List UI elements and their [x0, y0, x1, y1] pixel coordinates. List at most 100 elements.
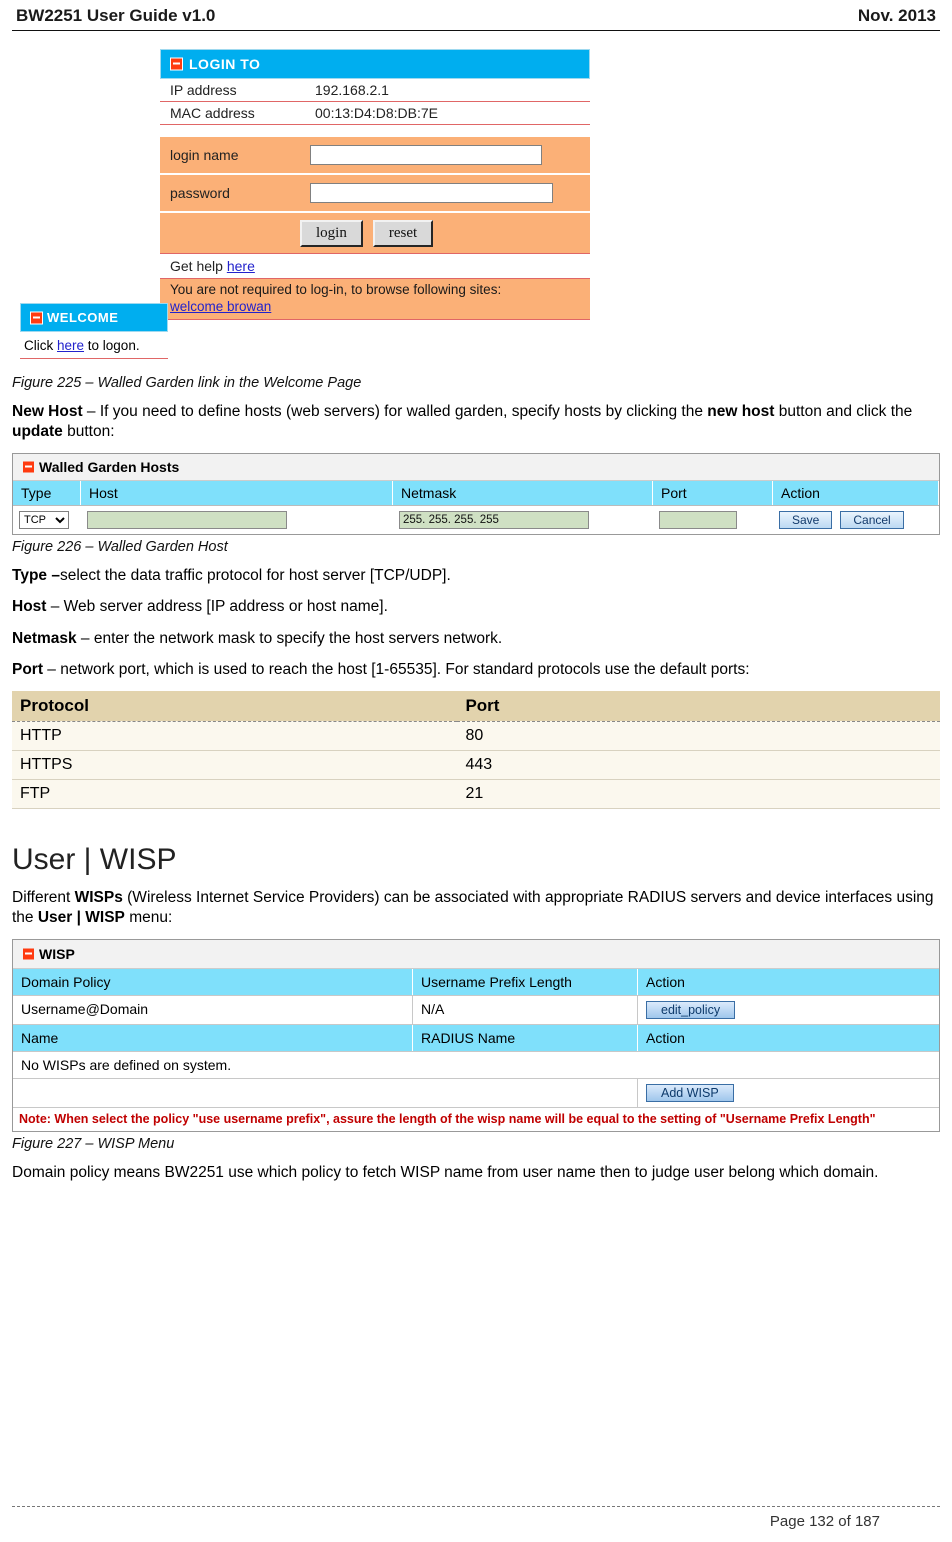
action-cell: Save Cancel	[773, 506, 939, 534]
walled-garden-hosts-title-text: Walled Garden Hosts	[39, 459, 180, 476]
protocol-port-table: Protocol Port HTTP 80 HTTPS 443 FTP 21	[12, 690, 940, 809]
column-header-username-prefix-length: Username Prefix Length	[413, 969, 638, 996]
new-host-text-3: button:	[62, 423, 115, 441]
edit-policy-button[interactable]: edit_policy	[646, 1001, 736, 1020]
login-name-input[interactable]	[310, 145, 542, 165]
paragraph-type: Type –select the data traffic protocol f…	[12, 566, 940, 586]
figure-226-caption: Figure 226 – Walled Garden Host	[12, 539, 228, 556]
type-select[interactable]: TCP UDP	[19, 511, 69, 530]
logon-here-link[interactable]: here	[57, 338, 84, 353]
password-input[interactable]	[310, 183, 553, 203]
header-port: Port	[457, 690, 940, 721]
section-heading-user-wisp: User | WISP	[12, 842, 177, 876]
host-cell	[81, 506, 393, 534]
page-header: BW2251 User Guide v1.0 Nov. 2013	[12, 0, 940, 28]
wisp-intro-bold-1: WISPs	[74, 888, 123, 906]
header-divider	[12, 30, 940, 31]
cancel-button[interactable]: Cancel	[840, 511, 904, 530]
welcome-panel-title: WELCOME	[20, 303, 168, 332]
cell-port-http: 80	[457, 721, 940, 751]
walled-garden-hosts-entry-row: TCP UDP Save Cancel	[13, 506, 939, 535]
column-header-port: Port	[653, 481, 773, 506]
help-text: Get help	[170, 258, 227, 274]
walled-garden-hosts-panel: Walled Garden Hosts Type Host Netmask Po…	[12, 453, 940, 536]
notice-line: You are not required to log-in, to brows…	[170, 282, 502, 297]
column-header-domain-policy: Domain Policy	[13, 969, 413, 996]
mac-address-label: MAC address	[170, 105, 255, 121]
mac-address-value: 00:13:D4:D8:DB:7E	[315, 105, 438, 121]
save-button[interactable]: Save	[779, 511, 833, 530]
mac-address-row: MAC address 00:13:D4:D8:DB:7E	[160, 102, 590, 125]
header-left-title: BW2251 User Guide v1.0	[16, 6, 216, 25]
table-row: HTTP 80	[12, 721, 940, 751]
figure-227-caption: Figure 227 – WISP Menu	[12, 1136, 175, 1153]
figure-225-caption: Figure 225 – Walled Garden link in the W…	[12, 375, 362, 391]
port-input[interactable]	[659, 511, 737, 530]
page-footer: Page 132 of 187	[12, 1506, 940, 1530]
wisp-header-row-1: Domain Policy Username Prefix Length Act…	[13, 969, 939, 997]
cell-domain-policy-value: Username@Domain	[13, 996, 413, 1025]
new-host-text-1: – If you need to define hosts (web serve…	[82, 403, 708, 420]
column-header-name: Name	[13, 1025, 413, 1052]
figure-225-screenshot: LOGIN TO IP address 192.168.2.1 MAC addr…	[12, 41, 940, 371]
login-button[interactable]: login	[300, 219, 363, 247]
login-panel-title-text: LOGIN TO	[189, 56, 261, 72]
host-bold: Host	[12, 598, 47, 616]
add-wisp-button[interactable]: Add WISP	[646, 1084, 734, 1103]
help-here-link[interactable]: here	[227, 258, 255, 274]
wisp-add-row: Add WISP	[13, 1079, 939, 1109]
header-protocol: Protocol	[12, 690, 458, 721]
reset-button[interactable]: reset	[372, 219, 434, 247]
paragraph-netmask: Netmask – enter the network mask to spec…	[12, 629, 940, 649]
netmask-bold: Netmask	[12, 629, 77, 647]
welcome-browan-link[interactable]: welcome browan	[170, 299, 271, 314]
wisp-note-text: Note: When select the policy "use userna…	[19, 1112, 876, 1127]
type-bold: Type –	[12, 567, 60, 585]
welcome-logon-line: Click here to logon.	[20, 332, 168, 359]
password-label: password	[170, 185, 230, 201]
wisp-panel-title: WISP	[13, 940, 939, 970]
panel-spacer	[160, 125, 590, 137]
cell-username-prefix-length-value: N/A	[413, 996, 638, 1025]
cell-no-wisps-message: No WISPs are defined on system.	[21, 1057, 232, 1074]
new-host-bold-3: update	[12, 423, 63, 441]
column-header-action: Action	[773, 481, 939, 506]
wisp-empty-row: No WISPs are defined on system.	[13, 1052, 939, 1080]
cell-protocol-https: HTTPS	[12, 750, 458, 780]
netmask-input[interactable]	[399, 511, 589, 530]
walled-garden-hosts-header-row: Type Host Netmask Port Action	[13, 481, 939, 507]
document-page: BW2251 User Guide v1.0 Nov. 2013 LOGIN T…	[0, 0, 952, 1542]
type-cell: TCP UDP	[13, 506, 81, 534]
login-buttons-row: login reset	[160, 213, 590, 254]
cell-protocol-ftp: FTP	[12, 779, 458, 809]
header-right-date: Nov. 2013	[857, 6, 936, 25]
paragraph-domain-policy: Domain policy means BW2251 use which pol…	[12, 1164, 879, 1182]
cell-action-edit-policy: edit_policy	[638, 996, 939, 1024]
host-text: – Web server address [IP address or host…	[46, 598, 388, 616]
wisp-policy-row: Username@Domain N/A edit_policy	[13, 996, 939, 1026]
minimize-box-icon	[22, 460, 35, 474]
column-header-radius-name: RADIUS Name	[413, 1025, 638, 1052]
cell-blank	[13, 1079, 638, 1108]
column-header-host: Host	[81, 481, 393, 506]
footer-divider	[12, 1506, 940, 1507]
column-header-action-2: Action	[638, 1025, 939, 1052]
host-input[interactable]	[87, 511, 287, 530]
port-cell	[653, 506, 773, 534]
table-header-row: Protocol Port	[12, 690, 940, 721]
minimize-box-icon	[22, 947, 35, 961]
table-row: FTP 21	[12, 779, 940, 809]
walled-garden-notice: You are not required to log-in, to brows…	[160, 279, 590, 320]
wisp-intro-text-3: menu:	[124, 908, 173, 926]
ip-address-value: 192.168.2.1	[315, 82, 389, 98]
column-header-type: Type	[13, 481, 81, 506]
wisp-header-row-2: Name RADIUS Name Action	[13, 1025, 939, 1053]
new-host-text-2: button and click the	[774, 403, 913, 420]
login-panel: LOGIN TO IP address 192.168.2.1 MAC addr…	[160, 49, 590, 320]
netmask-cell	[393, 506, 653, 534]
wisp-intro-text-1: Different	[12, 888, 75, 906]
login-panel-title: LOGIN TO	[160, 49, 590, 79]
wisp-panel: WISP Domain Policy Username Prefix Lengt…	[12, 939, 940, 1133]
port-bold: Port	[12, 660, 43, 678]
cell-port-https: 443	[457, 750, 940, 780]
